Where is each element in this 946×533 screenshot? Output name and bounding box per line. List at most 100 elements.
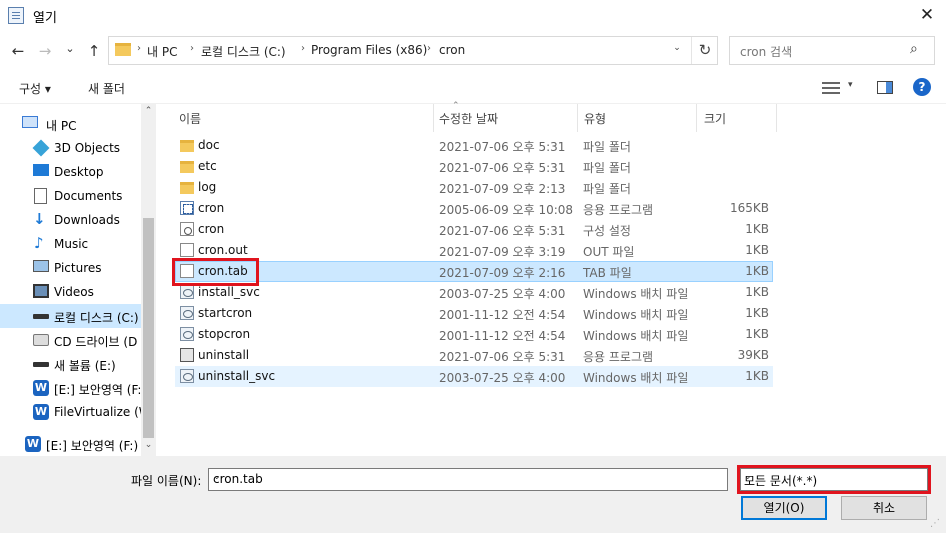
- file-type: Windows 배치 파일: [583, 308, 689, 322]
- file-row-selected[interactable]: cron.tab 2021-07-09 오후 2:16 TAB 파일 1KB: [175, 261, 773, 282]
- file-type: Windows 배치 파일: [583, 329, 689, 343]
- sidebar-item-filevirtualize[interactable]: W FileVirtualize (W: [0, 400, 151, 424]
- file-size: 1KB: [745, 285, 769, 299]
- annotation-highlight: [172, 258, 259, 286]
- file-size: 1KB: [745, 327, 769, 341]
- file-type: 응용 프로그램: [583, 203, 654, 217]
- file-date: 2001-11-12 오전 4:54: [439, 329, 566, 343]
- search-placeholder: cron 검색: [740, 45, 793, 59]
- file-row[interactable]: doc 2021-07-06 오후 5:31 파일 폴더: [175, 135, 773, 156]
- resize-grip-icon[interactable]: ⋰: [930, 518, 940, 529]
- sidebar-item-label: Downloads: [54, 213, 120, 227]
- up-button[interactable]: ↑: [83, 40, 105, 62]
- column-header-date[interactable]: 수정한 날짜: [439, 110, 498, 134]
- forward-button[interactable]: →: [34, 40, 56, 62]
- column-header-size[interactable]: 크기: [704, 110, 726, 134]
- file-row[interactable]: uninstall 2021-07-06 오후 5:31 응용 프로그램 39K…: [175, 345, 773, 366]
- batch-icon: [180, 285, 194, 299]
- pc-icon: [22, 116, 38, 128]
- file-type: Windows 배치 파일: [583, 371, 689, 385]
- cancel-button[interactable]: 취소: [841, 496, 927, 520]
- sidebar-item-videos[interactable]: Videos: [0, 280, 141, 304]
- file-row[interactable]: install_svc 2003-07-25 오후 4:00 Windows 배…: [175, 282, 773, 303]
- sidebar-item-label: [E:] 보안영역 (F:): [46, 439, 139, 453]
- sidebar-item-3d-objects[interactable]: 3D Objects: [0, 136, 141, 160]
- sidebar-item-label: Music: [54, 237, 89, 251]
- sidebar-item-desktop[interactable]: Desktop: [0, 160, 141, 184]
- view-dropdown-icon[interactable]: ▾: [848, 80, 853, 90]
- sidebar-item-my-pc[interactable]: 내 PC: [0, 112, 141, 136]
- column-divider[interactable]: [696, 104, 697, 132]
- open-button[interactable]: 열기(O): [741, 496, 827, 520]
- file-row[interactable]: cron.out 2021-07-09 오후 3:19 OUT 파일 1KB: [175, 240, 773, 261]
- file-size: 1KB: [745, 222, 769, 236]
- file-type: 구성 설정: [583, 224, 631, 238]
- preview-pane-icon[interactable]: [877, 81, 893, 94]
- sidebar-item-music[interactable]: ♪ Music: [0, 232, 141, 256]
- new-folder-button[interactable]: 새 폴더: [88, 80, 125, 97]
- file-row[interactable]: etc 2021-07-06 오후 5:31 파일 폴더: [175, 156, 773, 177]
- setup-icon: [180, 348, 194, 362]
- column-divider[interactable]: [577, 104, 578, 132]
- view-options-icon[interactable]: [822, 82, 840, 94]
- window-title: 열기: [33, 11, 57, 26]
- cd-drive-icon: [33, 334, 49, 346]
- organize-button[interactable]: 구성 ▾: [19, 80, 51, 97]
- sidebar-item-cd-drive[interactable]: CD 드라이브 (D: [0, 328, 141, 352]
- breadcrumb-cron[interactable]: cron: [439, 43, 465, 57]
- batch-icon: [180, 369, 194, 383]
- file-row[interactable]: cron 2021-07-06 오후 5:31 구성 설정 1KB: [175, 219, 773, 240]
- file-name: uninstall: [198, 348, 250, 362]
- recent-locations-button[interactable]: ⌄: [59, 38, 81, 60]
- sidebar-item-local-disk-c[interactable]: 로컬 디스크 (C:): [0, 304, 141, 328]
- file-date: 2021-07-09 오후 3:19: [439, 245, 566, 259]
- sidebar-item-label: 3D Objects: [54, 141, 121, 155]
- sidebar-item-documents[interactable]: Documents: [0, 184, 141, 208]
- navigation-pane: 내 PC 3D Objects Desktop Documents ↓ Down…: [0, 104, 156, 456]
- back-button[interactable]: ←: [7, 40, 29, 62]
- refresh-button[interactable]: ↻: [691, 37, 718, 64]
- file-size: 165KB: [729, 201, 769, 215]
- file-row[interactable]: startcron 2001-11-12 오전 4:54 Windows 배치 …: [175, 303, 773, 324]
- address-bar[interactable]: › 내 PC › 로컬 디스크 (C:) › Program Files (x8…: [108, 36, 718, 65]
- sidebar-item-new-volume[interactable]: 새 볼륨 (E:): [0, 352, 141, 376]
- breadcrumb-my-pc[interactable]: 내 PC: [147, 43, 177, 60]
- file-row[interactable]: uninstall_svc 2003-07-25 오후 4:00 Windows…: [175, 366, 773, 387]
- file-list: ⌃ 이름 수정한 날짜 유형 크기 doc 2021-07-06 오후 5:31…: [156, 101, 946, 456]
- file-row[interactable]: log 2021-07-09 오후 2:13 파일 폴더: [175, 177, 773, 198]
- file-type: 파일 폴더: [583, 161, 631, 175]
- breadcrumb-local-disk[interactable]: 로컬 디스크 (C:): [201, 43, 286, 60]
- address-dropdown-icon[interactable]: ⌄: [667, 43, 687, 53]
- file-name: startcron: [198, 306, 253, 320]
- file-name: log: [198, 180, 217, 194]
- breadcrumb-program-files[interactable]: Program Files (x86): [311, 43, 427, 57]
- scroll-up-icon[interactable]: ⌃: [141, 106, 156, 116]
- column-header-name[interactable]: 이름: [179, 110, 201, 134]
- sidebar-scrollbar-thumb[interactable]: [143, 218, 154, 438]
- file-size: 1KB: [745, 243, 769, 257]
- folder-icon: [180, 161, 194, 173]
- sidebar-item-pictures[interactable]: Pictures: [0, 256, 141, 280]
- close-button[interactable]: ✕: [912, 2, 942, 28]
- file-date: 2021-07-09 오후 2:13: [439, 182, 566, 196]
- sidebar-item-downloads[interactable]: ↓ Downloads: [0, 208, 141, 232]
- w-app-icon: W: [25, 436, 41, 452]
- folder-icon: [180, 140, 194, 152]
- chevron-down-icon[interactable]: ⌄: [213, 472, 221, 482]
- sidebar-item-secure-area-root[interactable]: W [E:] 보안영역 (F:): [0, 432, 141, 456]
- w-app-icon: W: [33, 404, 49, 420]
- help-icon[interactable]: ?: [913, 78, 931, 96]
- column-divider[interactable]: [433, 104, 434, 132]
- file-row[interactable]: cron 2005-06-09 오후 10:08 응용 프로그램 165KB: [175, 198, 773, 219]
- file-row[interactable]: stopcron 2001-11-12 오전 4:54 Windows 배치 파…: [175, 324, 773, 345]
- filename-label: 파일 이름(N):: [131, 474, 202, 488]
- file-size: 1KB: [745, 264, 769, 278]
- search-icon[interactable]: ⌕: [910, 41, 918, 57]
- scroll-down-icon[interactable]: ⌄: [141, 440, 156, 450]
- search-box[interactable]: cron 검색 ⌕: [729, 36, 935, 65]
- filename-input[interactable]: cron.tab ⌄: [208, 468, 728, 491]
- sidebar-item-secure-area[interactable]: W [E:] 보안영역 (F:: [0, 376, 141, 400]
- column-divider[interactable]: [776, 104, 777, 132]
- file-date: 2021-07-06 오후 5:31: [439, 224, 566, 238]
- column-header-type[interactable]: 유형: [584, 110, 606, 134]
